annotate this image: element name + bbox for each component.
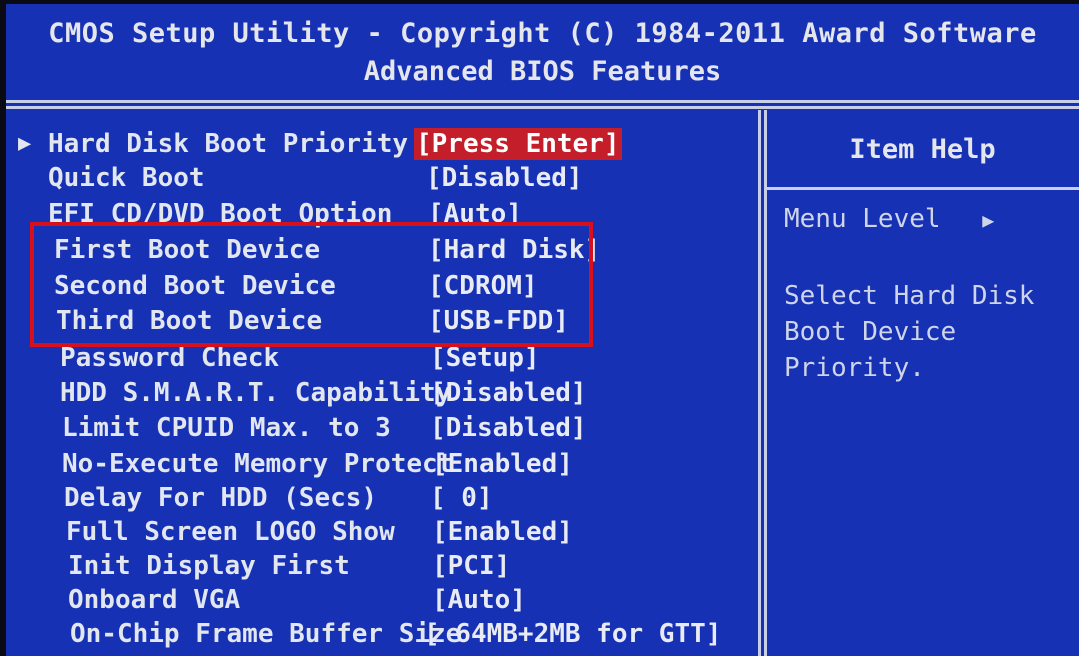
- header: CMOS Setup Utility - Copyright (C) 1984-…: [6, 4, 1079, 100]
- setting-label: Full Screen LOGO Show: [66, 517, 395, 547]
- setting-value[interactable]: [Disabled]: [426, 162, 583, 194]
- triangle-right-icon: ▶: [982, 208, 995, 232]
- setting-label: Limit CPUID Max. to 3: [62, 413, 391, 443]
- setting-label: On-Chip Frame Buffer Size: [70, 619, 462, 649]
- page-title: Advanced BIOS Features: [363, 56, 722, 87]
- help-title-divider: [766, 187, 1079, 190]
- setting-label: Hard Disk Boot Priority: [48, 129, 409, 159]
- setting-value[interactable]: [Enabled]: [432, 448, 573, 480]
- item-help-title: Item Help: [849, 134, 996, 165]
- menu-level-label: Menu Level: [784, 204, 941, 234]
- header-divider: [6, 100, 1079, 103]
- utility-title: CMOS Setup Utility - Copyright (C) 1984-…: [48, 18, 1037, 49]
- submenu-arrow-icon: ▶: [18, 131, 32, 156]
- setting-label: Init Display First: [68, 551, 350, 581]
- header-divider-inner: [6, 106, 1079, 109]
- bios-screen: CMOS Setup Utility - Copyright (C) 1984-…: [6, 4, 1079, 656]
- panel-divider-inner: [764, 110, 767, 656]
- setting-label: No-Execute Memory Protect: [62, 449, 454, 479]
- setting-value[interactable]: [Press Enter]: [414, 128, 622, 160]
- help-text: Select Hard Disk Boot Device Priority.: [784, 281, 1035, 383]
- setting-label: Onboard VGA: [68, 585, 241, 615]
- setting-value[interactable]: [ 0]: [430, 482, 493, 514]
- setting-value[interactable]: [Auto]: [432, 584, 526, 616]
- panel-divider: [758, 110, 761, 656]
- setting-value[interactable]: [Disabled]: [430, 377, 587, 409]
- setting-label: Delay For HDD (Secs): [64, 483, 378, 513]
- setting-value[interactable]: [Enabled]: [432, 516, 573, 548]
- setting-value[interactable]: [ 64MB+2MB for GTT]: [424, 618, 721, 650]
- menu-level: Menu Level ▶: [784, 204, 994, 234]
- setting-value[interactable]: [PCI]: [432, 550, 510, 582]
- setting-label: Quick Boot: [48, 163, 205, 193]
- setting-label: HDD S.M.A.R.T. Capability: [60, 378, 452, 408]
- setting-value[interactable]: [Disabled]: [430, 412, 587, 444]
- boot-order-highlight-box: [30, 222, 593, 347]
